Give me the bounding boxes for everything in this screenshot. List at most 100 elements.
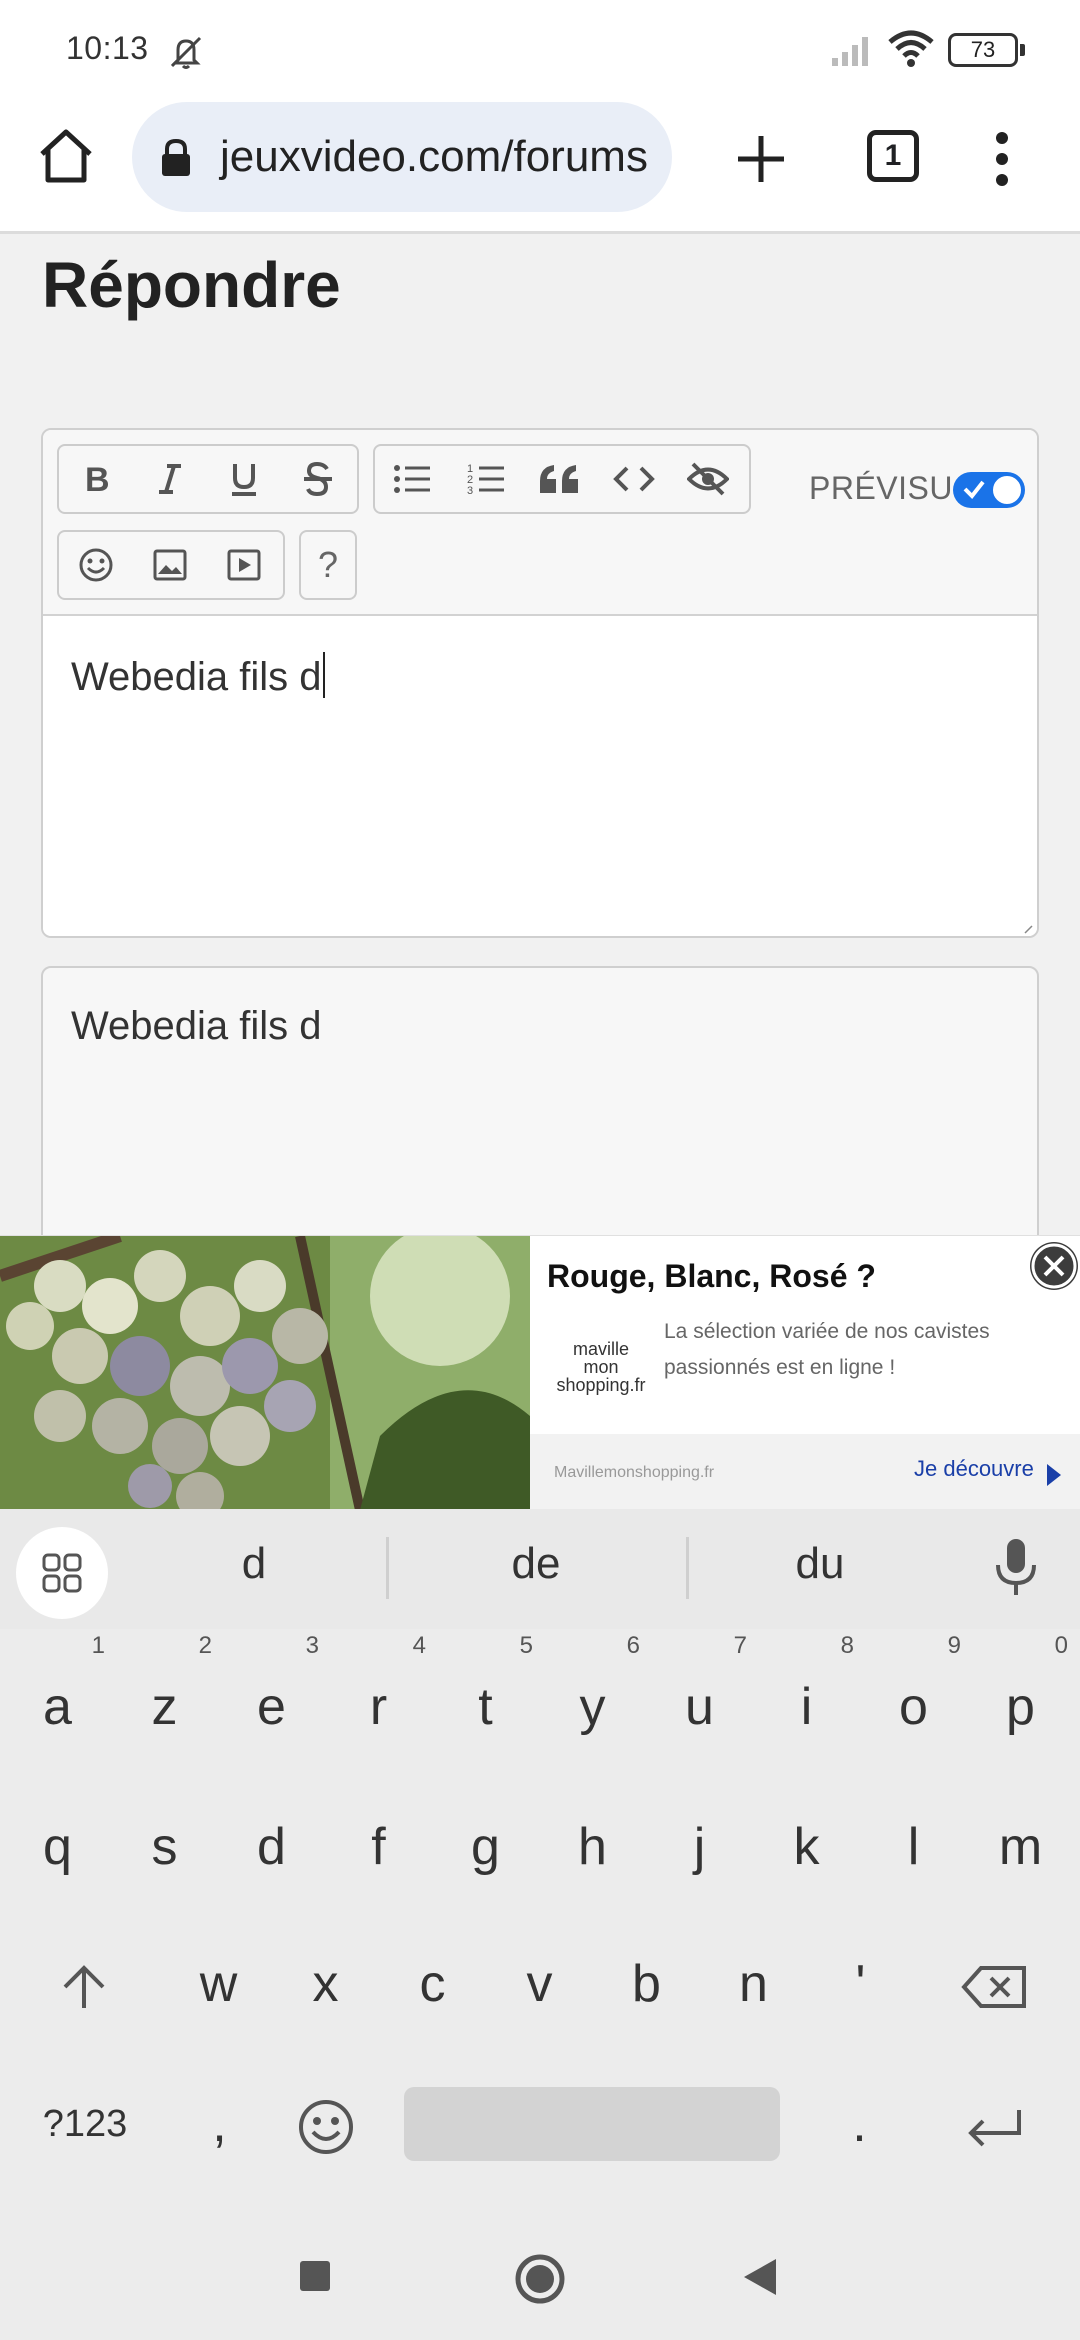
key-a[interactable]: a1 — [4, 1634, 111, 1762]
keyboard-apps-button[interactable] — [16, 1527, 108, 1619]
code-button[interactable] — [597, 446, 671, 512]
ad-banner[interactable]: Rouge, Blanc, Rosé ? maville mon shoppin… — [0, 1235, 1080, 1510]
system-nav-bar — [0, 2211, 1080, 2340]
ad-title: Rouge, Blanc, Rosé ? — [547, 1258, 876, 1294]
menu-dots-icon[interactable] — [984, 128, 1020, 190]
backspace-key[interactable] — [940, 1929, 1047, 2039]
grapes-image — [0, 1236, 530, 1510]
key-apostrophe[interactable]: ' — [807, 1929, 914, 2039]
home-circle-icon[interactable] — [514, 2253, 566, 2305]
suggestion-3[interactable]: du — [720, 1539, 920, 1589]
key-s[interactable]: s — [111, 1792, 218, 1902]
back-triangle-icon[interactable] — [742, 2257, 778, 2297]
text-caret — [322, 652, 325, 698]
italic-icon — [159, 464, 181, 494]
key-m[interactable]: m — [967, 1792, 1074, 1902]
key-label: o — [899, 1678, 928, 1736]
key-h[interactable]: h — [539, 1792, 646, 1902]
toggle-knob — [991, 474, 1023, 506]
underline-button[interactable] — [207, 446, 281, 512]
enter-key[interactable] — [940, 2069, 1047, 2179]
key-z[interactable]: z2 — [111, 1634, 218, 1762]
key-q[interactable]: q — [4, 1792, 111, 1902]
numbered-list-button[interactable]: 123 — [449, 446, 523, 512]
video-button[interactable] — [207, 532, 281, 598]
key-p[interactable]: p0 — [967, 1634, 1074, 1762]
url-bar[interactable]: jeuxvideo.com/forums — [132, 102, 672, 212]
block-group: 123 — [373, 444, 751, 514]
space-key[interactable] — [404, 2087, 780, 2161]
key-alt-label: 5 — [519, 1632, 533, 1659]
suggestion-1[interactable]: d — [154, 1539, 354, 1589]
key-o[interactable]: o9 — [860, 1634, 967, 1762]
key-label: p — [1006, 1678, 1035, 1736]
video-icon — [227, 549, 261, 581]
bullet-list-icon — [394, 465, 430, 493]
plus-icon[interactable] — [730, 128, 792, 190]
key-w[interactable]: w — [165, 1929, 272, 2039]
url-text: jeuxvideo.com/forums — [220, 132, 648, 181]
emoji-button[interactable] — [59, 532, 133, 598]
key-label: t — [478, 1678, 493, 1736]
key-x[interactable]: x — [272, 1929, 379, 2039]
spoiler-button[interactable] — [671, 446, 745, 512]
reply-editor: B 123 PRÉVISU ? Webedia fils d — [41, 428, 1039, 938]
key-y[interactable]: y6 — [539, 1634, 646, 1762]
key-i[interactable]: i8 — [753, 1634, 860, 1762]
comma-key[interactable]: , — [166, 2069, 273, 2179]
message-textarea[interactable]: Webedia fils d — [43, 616, 1037, 936]
message-text: Webedia fils d — [71, 652, 325, 700]
quote-button[interactable] — [523, 446, 597, 512]
suggestion-divider — [386, 1537, 389, 1599]
browser-toolbar: jeuxvideo.com/forums 1 — [0, 100, 1080, 234]
period-key[interactable]: . — [806, 2069, 913, 2179]
emoji-key[interactable] — [272, 2069, 379, 2179]
key-j[interactable]: j — [646, 1792, 753, 1902]
svg-text:B: B — [85, 462, 110, 496]
spoiler-icon — [687, 462, 729, 496]
image-icon — [153, 549, 187, 581]
key-g[interactable]: g — [432, 1792, 539, 1902]
help-button[interactable]: ? — [299, 530, 357, 600]
symbols-key[interactable]: ?123 — [20, 2069, 150, 2179]
keyboard: d de du a1 z2 e3 r4 t5 y6 u7 i8 o9 p0 q … — [0, 1509, 1080, 2211]
key-k[interactable]: k — [753, 1792, 860, 1902]
suggestion-2[interactable]: de — [436, 1539, 636, 1589]
key-l[interactable]: l — [860, 1792, 967, 1902]
key-t[interactable]: t5 — [432, 1634, 539, 1762]
key-b[interactable]: b — [593, 1929, 700, 2039]
bold-button[interactable]: B — [59, 446, 133, 512]
key-r[interactable]: r4 — [325, 1634, 432, 1762]
italic-button[interactable] — [133, 446, 207, 512]
media-group — [57, 530, 285, 600]
image-button[interactable] — [133, 532, 207, 598]
key-e[interactable]: e3 — [218, 1634, 325, 1762]
bullet-list-button[interactable] — [375, 446, 449, 512]
resize-handle-icon[interactable] — [1023, 924, 1033, 934]
message-preview: Webedia fils d — [41, 966, 1039, 1266]
suggestion-divider — [686, 1537, 689, 1599]
svg-text:3: 3 — [467, 485, 473, 496]
key-alt-label: 6 — [626, 1632, 640, 1659]
key-f[interactable]: f — [325, 1792, 432, 1902]
key-v[interactable]: v — [486, 1929, 593, 2039]
ad-source: Mavillemonshopping.fr — [554, 1464, 715, 1481]
strikethrough-button[interactable] — [281, 446, 355, 512]
ad-cta-link[interactable]: Je découvre — [914, 1456, 1034, 1482]
home-icon[interactable] — [34, 124, 98, 188]
key-alt-label: 4 — [412, 1632, 426, 1659]
tab-switcher-button[interactable]: 1 — [867, 130, 919, 182]
microphone-icon[interactable] — [994, 1537, 1038, 1599]
key-n[interactable]: n — [700, 1929, 807, 2039]
ad-close-button[interactable] — [1030, 1242, 1078, 1290]
preview-toggle[interactable] — [953, 472, 1025, 508]
play-arrow-icon[interactable] — [1045, 1462, 1063, 1488]
ad-logo-line1: maville — [572, 1339, 629, 1359]
key-d[interactable]: d — [218, 1792, 325, 1902]
wifi-icon — [888, 30, 934, 67]
key-u[interactable]: u7 — [646, 1634, 753, 1762]
key-alt-label: 2 — [198, 1632, 212, 1659]
shift-key[interactable] — [30, 1929, 137, 2039]
key-c[interactable]: c — [379, 1929, 486, 2039]
recents-square-icon[interactable] — [298, 2259, 332, 2293]
